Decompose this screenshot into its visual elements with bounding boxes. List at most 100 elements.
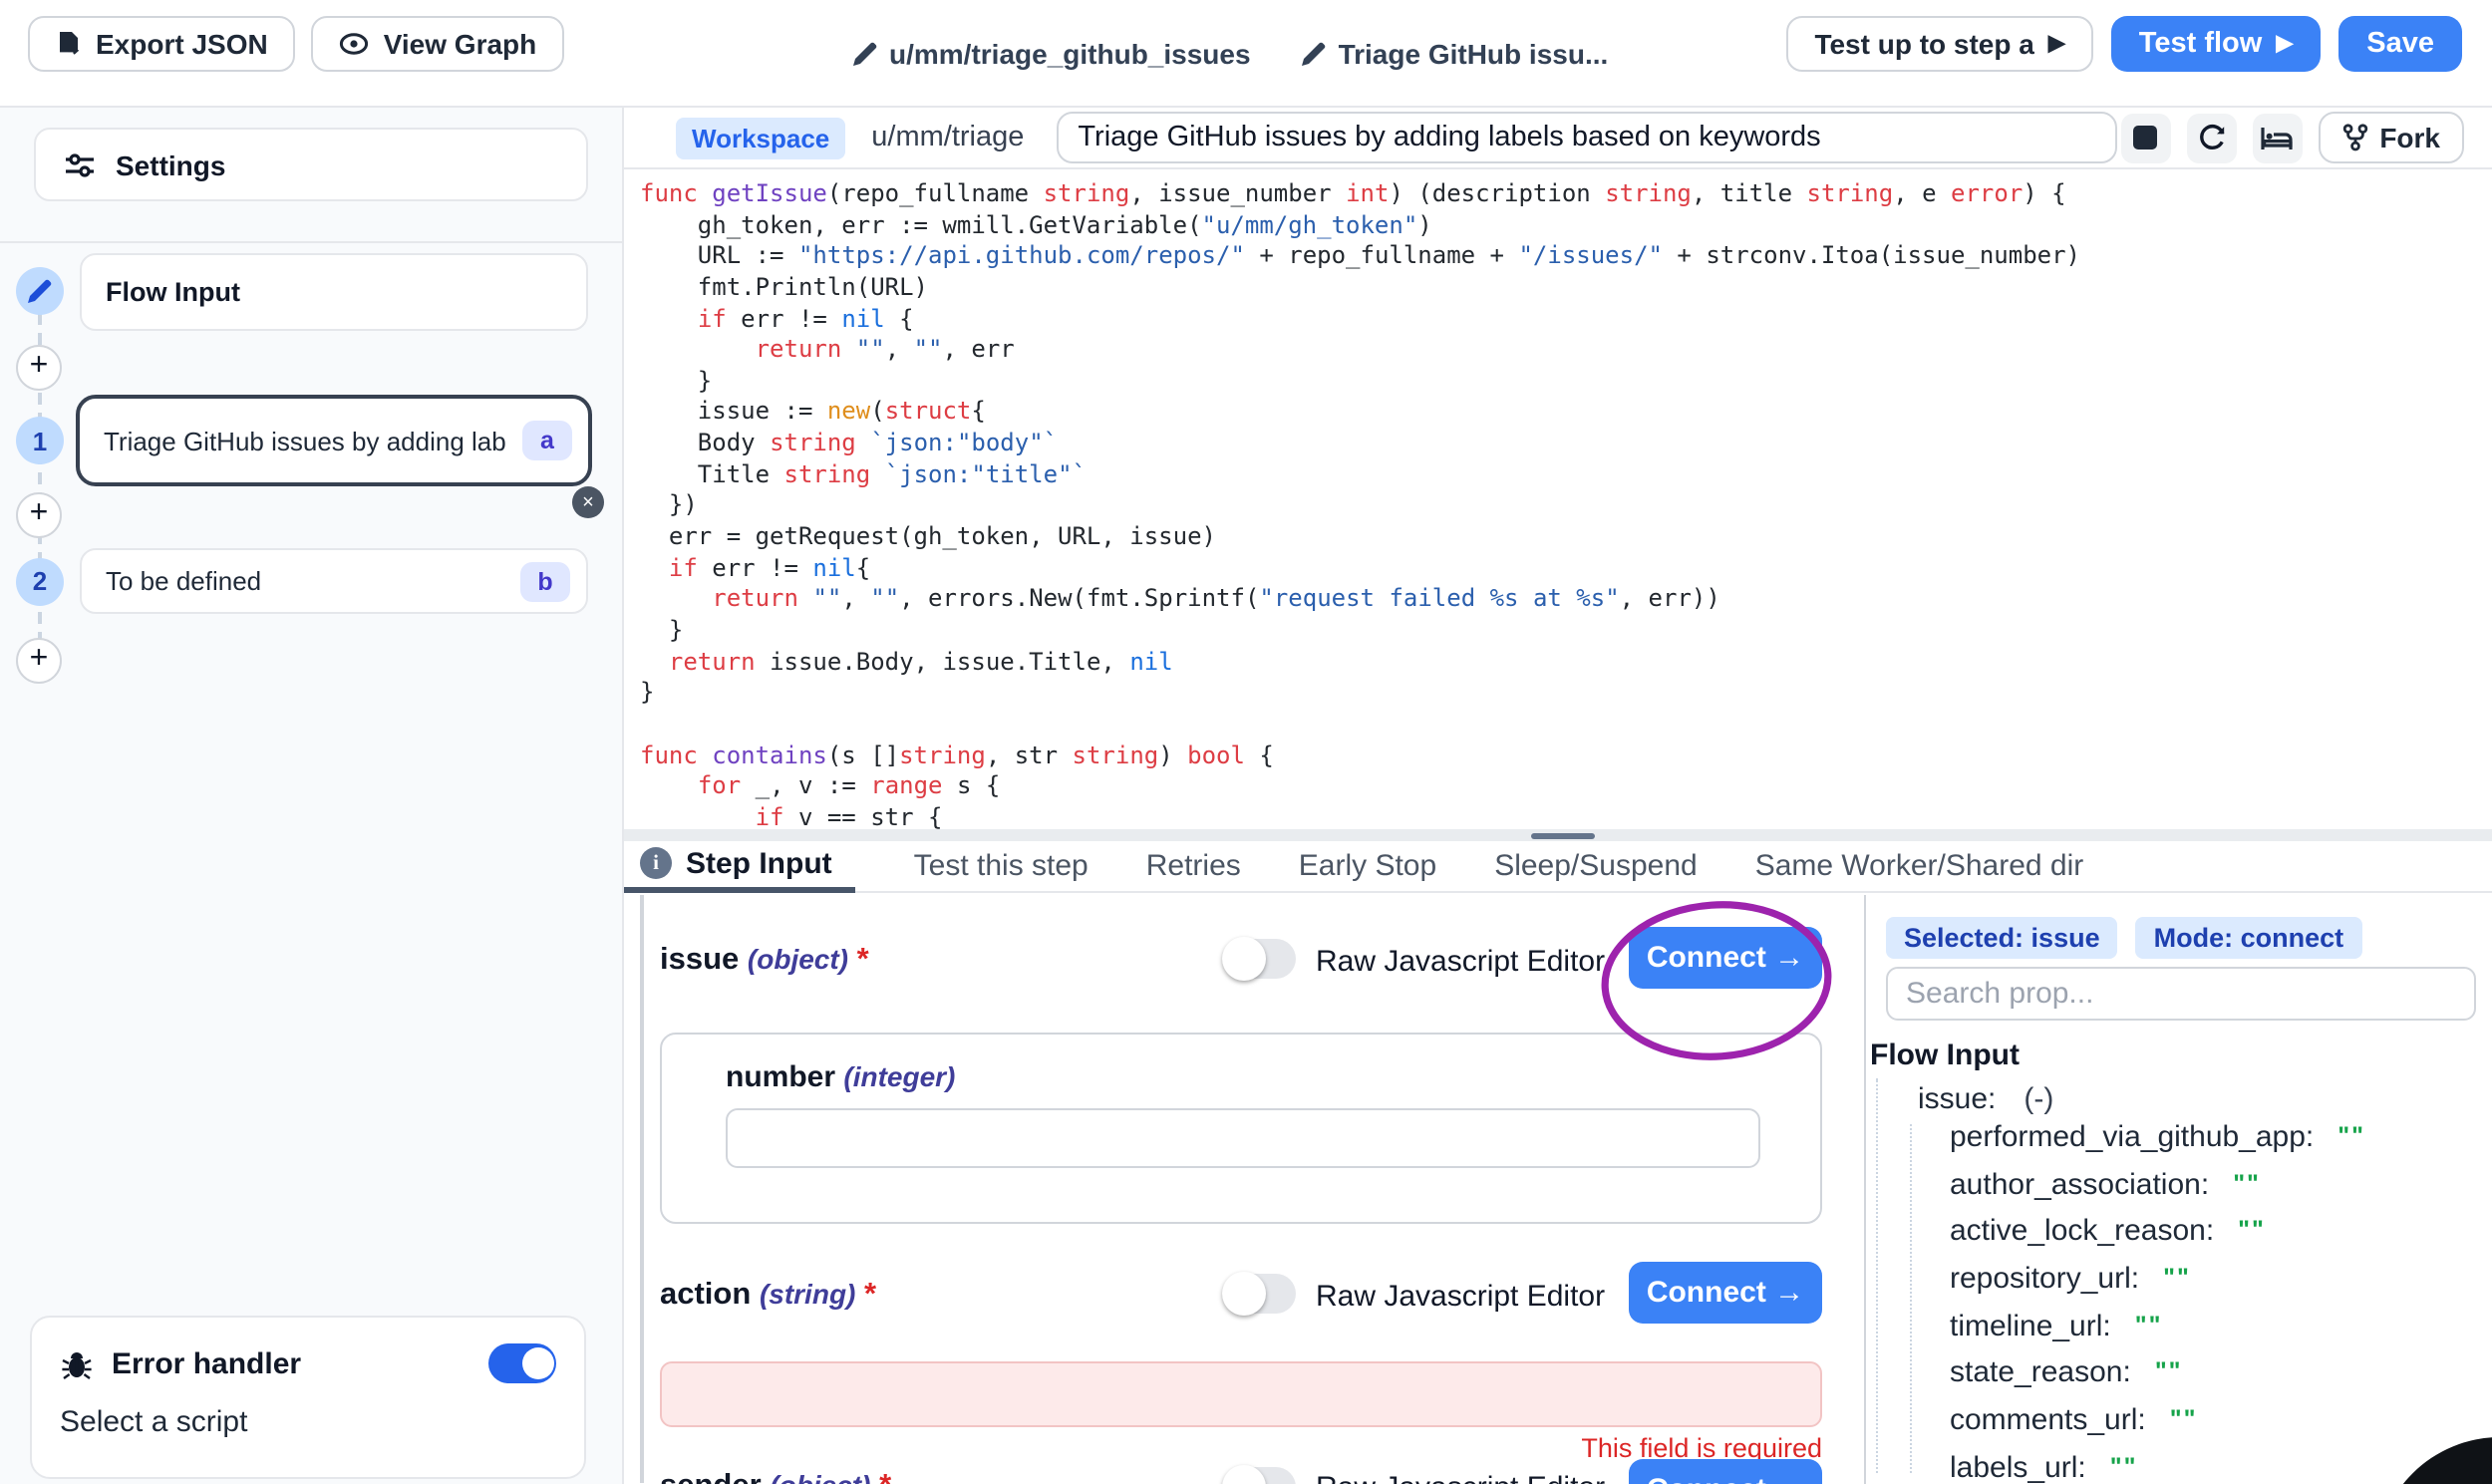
issue-object-box: number (integer) — [660, 1033, 1822, 1224]
step-id-badge: a — [522, 421, 572, 460]
prop-tree-item[interactable]: state_reason:"" — [1950, 1356, 2365, 1403]
prop-tree-item[interactable]: labels_url:"" — [1950, 1451, 2365, 1484]
tab-same-worker[interactable]: Same Worker/Shared dir — [1755, 849, 2084, 883]
eye-icon — [340, 32, 370, 56]
delete-step-button[interactable]: × — [572, 486, 604, 518]
settings-label: Settings — [116, 148, 225, 180]
error-handler-toggle[interactable] — [488, 1343, 556, 1383]
code-line: fmt.Println(URL) — [640, 273, 2484, 304]
bug-icon — [60, 1346, 94, 1380]
add-step-button[interactable]: + — [16, 491, 62, 537]
step-id-badge: b — [520, 561, 570, 601]
raw-js-label: Raw Javascript Editor — [1316, 945, 1605, 979]
panel-resize-handle[interactable] — [624, 829, 2492, 841]
workspace-badge: Workspace — [676, 117, 845, 158]
prop-tree-item[interactable]: performed_via_github_app:"" — [1950, 1120, 2365, 1167]
code-line: Title string `json:"title"` — [640, 460, 2484, 491]
tree-guide-line — [1876, 1078, 1878, 1473]
prop-tree-item[interactable]: author_association:"" — [1950, 1167, 2365, 1214]
prop-tree-item[interactable]: comments_url:"" — [1950, 1403, 2365, 1450]
bed-icon — [2261, 125, 2293, 150]
tab-sleep-suspend[interactable]: Sleep/Suspend — [1494, 849, 1698, 883]
raw-js-toggle-issue[interactable] — [1222, 939, 1296, 979]
tab-retries[interactable]: Retries — [1146, 849, 1241, 883]
step-node-a[interactable]: Triage GitHub issues by adding labels ..… — [76, 395, 592, 486]
sleep-button[interactable] — [2252, 113, 2302, 162]
code-line: issue := new(struct{ — [640, 398, 2484, 429]
breadcrumb: u/mm/triage_github_issues Triage GitHub … — [853, 0, 1608, 108]
field-label-number: number (integer) — [726, 1060, 955, 1094]
prop-tree-root[interactable]: issue:(-) — [1918, 1082, 2053, 1116]
tab-early-stop[interactable]: Early Stop — [1299, 849, 1436, 883]
code-editor[interactable]: func getIssue(repo_fullname string, issu… — [640, 179, 2484, 829]
prop-tree-children: performed_via_github_app:""author_associ… — [1950, 1120, 2365, 1484]
connect-button-sender[interactable]: Connect → — [1629, 1459, 1822, 1484]
prop-tree-item[interactable]: timeline_url:"" — [1950, 1310, 2365, 1356]
flow-title-crumb[interactable]: Triage GitHub issu... — [1303, 38, 1609, 70]
raw-js-toggle-action[interactable] — [1222, 1274, 1296, 1314]
flow-input-heading: Flow Input — [1870, 1039, 2020, 1072]
flow-summary-input[interactable] — [1056, 112, 2116, 163]
error-handler-select-script[interactable]: Select a script — [60, 1405, 556, 1439]
top-header: Export JSON View Graph u/mm/triage_githu… — [0, 0, 2492, 108]
workspace-path: u/mm/triage — [871, 122, 1024, 153]
number-input[interactable] — [726, 1108, 1760, 1168]
prop-tree-item[interactable]: active_lock_reason:"" — [1950, 1215, 2365, 1262]
flow-path-crumb[interactable]: u/mm/triage_github_issues — [853, 38, 1251, 70]
error-handler-card: Error handler Select a script — [30, 1316, 586, 1479]
code-line: gh_token, err := wmill.GetVariable("u/mm… — [640, 210, 2484, 241]
code-line: }) — [640, 491, 2484, 522]
raw-js-label: Raw Javascript Editor — [1316, 1471, 1605, 1484]
fork-button[interactable]: Fork — [2318, 112, 2464, 163]
step-node-b[interactable]: To be defined b — [80, 548, 588, 614]
collapse-indicator[interactable]: (-) — [2024, 1082, 2053, 1116]
raw-js-toggle-sender[interactable] — [1222, 1467, 1296, 1484]
view-graph-label: View Graph — [384, 28, 537, 60]
stop-button[interactable] — [2120, 113, 2170, 162]
empty-string-value: "" — [2233, 1169, 2261, 1197]
empty-string-value: "" — [2170, 1405, 2198, 1433]
code-line: for _, v := range s { — [640, 771, 2484, 802]
test-up-to-step-button[interactable]: Test up to step a ▶ — [1786, 16, 2092, 72]
add-step-button[interactable]: + — [16, 637, 62, 683]
flow-input-node[interactable]: Flow Input — [80, 253, 588, 331]
empty-string-value: "" — [2163, 1264, 2191, 1292]
step-input-panel: issue (object) * Raw Javascript Editor C… — [624, 895, 1864, 1484]
windmill-flow-editor: Export JSON View Graph u/mm/triage_githu… — [0, 0, 2492, 1484]
empty-string-value: "" — [2135, 1312, 2163, 1339]
pencil-icon — [28, 279, 52, 303]
code-line: URL := "https://api.github.com/repos/" +… — [640, 242, 2484, 273]
code-line: } — [640, 616, 2484, 647]
flow-toolbar: Workspace u/mm/triage Fork — [624, 108, 2492, 169]
tab-step-input[interactable]: i Step Input — [624, 840, 856, 892]
action-input-invalid[interactable] — [660, 1361, 1822, 1427]
error-handler-label: Error handler — [112, 1346, 470, 1380]
code-line: } — [640, 679, 2484, 710]
code-line: func contains(s []string, str string) bo… — [640, 741, 2484, 771]
step-tabbar: i Step Input Test this step Retries Earl… — [624, 841, 2492, 893]
flow-input-pencil-badge — [16, 267, 64, 315]
view-graph-button[interactable]: View Graph — [312, 16, 565, 72]
restart-button[interactable] — [2186, 113, 2236, 162]
code-line — [640, 710, 2484, 741]
refresh-icon — [2196, 123, 2226, 152]
export-json-button[interactable]: Export JSON — [28, 16, 296, 72]
connect-button-action[interactable]: Connect → — [1629, 1262, 1822, 1324]
connect-button-issue[interactable]: Connect → — [1629, 927, 1822, 989]
flow-sidebar: Settings Flow Input + 1 Triage GitHub is… — [0, 108, 624, 1484]
tab-test-this-step[interactable]: Test this step — [914, 849, 1089, 883]
play-icon: ▶ — [2048, 33, 2065, 55]
code-line: func getIssue(repo_fullname string, issu… — [640, 179, 2484, 210]
stop-icon — [2133, 126, 2157, 149]
code-line: if err != nil { — [640, 304, 2484, 335]
code-line: } — [640, 367, 2484, 398]
settings-button[interactable]: Settings — [34, 128, 588, 201]
close-icon: × — [582, 491, 594, 513]
selected-badge: Selected: issue — [1886, 917, 2118, 959]
search-prop-input[interactable] — [1886, 967, 2476, 1021]
raw-js-label: Raw Javascript Editor — [1316, 1280, 1605, 1314]
test-flow-button[interactable]: Test flow ▶ — [2111, 16, 2321, 72]
add-step-button[interactable]: + — [16, 344, 62, 390]
save-button[interactable]: Save — [2338, 16, 2462, 72]
prop-tree-item[interactable]: repository_url:"" — [1950, 1262, 2365, 1309]
